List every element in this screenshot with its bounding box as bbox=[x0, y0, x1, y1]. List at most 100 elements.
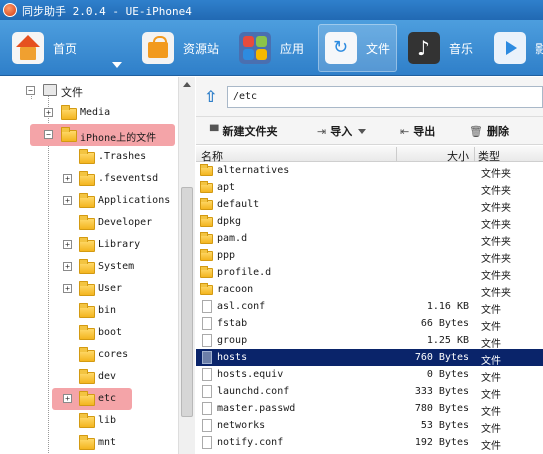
row-size: 192 Bytes bbox=[414, 437, 469, 448]
import-button[interactable]: ⇥ 导入 bbox=[317, 123, 367, 139]
tree-item[interactable]: + System bbox=[0, 256, 178, 278]
expand-icon[interactable]: + bbox=[63, 262, 72, 271]
folder-icon bbox=[79, 325, 95, 340]
folder-icon bbox=[200, 232, 213, 244]
path-input[interactable]: /etc bbox=[227, 86, 543, 108]
tree-item[interactable]: Developer bbox=[0, 212, 178, 234]
apps-icon bbox=[239, 32, 271, 64]
tree-item[interactable]: + etc bbox=[0, 388, 178, 410]
folder-tree: − 文件 + Media − iPhone上的文件 .Trashes + .fsev… bbox=[0, 77, 178, 454]
table-row[interactable]: default 文件夹 bbox=[196, 196, 543, 214]
expand-icon[interactable]: + bbox=[63, 284, 72, 293]
table-row[interactable]: hosts.equiv 0 Bytes 文件 bbox=[196, 366, 543, 384]
row-name: networks bbox=[217, 420, 266, 431]
collapse-icon[interactable]: − bbox=[44, 130, 53, 139]
tree-item[interactable]: mnt bbox=[0, 432, 178, 454]
row-name: alternatives bbox=[217, 165, 290, 176]
tree-item[interactable]: boot bbox=[0, 322, 178, 344]
row-type: 文件 bbox=[481, 356, 501, 367]
folder-icon bbox=[79, 193, 95, 208]
chevron-down-icon[interactable] bbox=[358, 128, 367, 134]
new-folder-icon: ▀ bbox=[210, 124, 219, 138]
table-row[interactable]: dpkg 文件夹 bbox=[196, 213, 543, 231]
toolbar-resources-button[interactable]: 资源站 bbox=[142, 24, 219, 72]
tree-item-label: iPhone上的文件 bbox=[80, 133, 157, 144]
table-row[interactable]: profile.d 文件夹 bbox=[196, 264, 543, 282]
tree-item-media[interactable]: + Media bbox=[0, 102, 178, 124]
toolbar-resources-label: 资源站 bbox=[183, 41, 220, 56]
table-row[interactable]: fstab 66 Bytes 文件 bbox=[196, 315, 543, 333]
row-size: 760 Bytes bbox=[414, 352, 469, 363]
chevron-down-icon[interactable] bbox=[112, 62, 122, 68]
scrollbar-thumb[interactable] bbox=[181, 187, 193, 417]
folder-icon bbox=[79, 237, 95, 252]
toolbar-music-button[interactable]: 音乐 bbox=[408, 24, 473, 72]
title-bar: 同步助手 2.0.4 - UE-iPhone4 bbox=[0, 0, 543, 20]
row-name: hosts.equiv bbox=[217, 369, 284, 380]
tree-item-label: Library bbox=[98, 239, 141, 250]
table-row[interactable]: ppp 文件夹 bbox=[196, 247, 543, 265]
expand-icon[interactable]: + bbox=[44, 108, 53, 117]
tree-item[interactable]: cores bbox=[0, 344, 178, 366]
table-row[interactable]: hosts 760 Bytes 文件 bbox=[196, 349, 543, 367]
action-bar: ▀ 新建文件夹 ⇥ 导入 ⇤ 导出 🗑 删除 bbox=[196, 117, 543, 145]
tree-item-label: Applications bbox=[98, 195, 171, 206]
tree-item-label: .Trashes bbox=[98, 151, 147, 162]
tree-item[interactable]: lib bbox=[0, 410, 178, 432]
tree-item-root[interactable]: − 文件 bbox=[0, 80, 178, 102]
table-row[interactable]: networks 53 Bytes 文件 bbox=[196, 417, 543, 435]
tree-item[interactable]: + Applications bbox=[0, 190, 178, 212]
toolbar-video-button[interactable]: 影 bbox=[494, 24, 543, 72]
table-row[interactable]: pam.d 文件夹 bbox=[196, 230, 543, 248]
table-row[interactable]: launchd.conf 333 Bytes 文件 bbox=[196, 383, 543, 401]
row-type: 文件夹 bbox=[481, 254, 511, 265]
row-type: 文件 bbox=[481, 424, 501, 435]
file-table-header: 名称 大小 类型 bbox=[196, 146, 543, 163]
tree-item-label: lib bbox=[98, 415, 117, 426]
tree-item[interactable]: + User bbox=[0, 278, 178, 300]
row-type: 文件 bbox=[481, 390, 501, 401]
toolbar-music-label: 音乐 bbox=[449, 41, 474, 56]
table-row[interactable]: notify.conf 192 Bytes 文件 bbox=[196, 434, 543, 452]
scroll-up-icon[interactable] bbox=[183, 82, 191, 87]
table-row[interactable]: asl.conf 1.16 KB 文件 bbox=[196, 298, 543, 316]
expand-icon[interactable]: + bbox=[63, 174, 72, 183]
up-arrow-icon[interactable]: ⇧ bbox=[204, 87, 217, 106]
row-type: 文件夹 bbox=[481, 169, 511, 180]
import-label: 导入 bbox=[330, 125, 353, 138]
tree-item[interactable]: dev bbox=[0, 366, 178, 388]
table-row[interactable]: racoon 文件夹 bbox=[196, 281, 543, 299]
row-name: profile.d bbox=[217, 267, 272, 278]
tree-item[interactable]: .Trashes bbox=[0, 146, 178, 168]
import-icon: ⇥ bbox=[317, 124, 327, 138]
expand-icon[interactable]: + bbox=[63, 240, 72, 249]
folder-icon bbox=[61, 127, 77, 142]
table-row[interactable]: master.passwd 780 Bytes 文件 bbox=[196, 400, 543, 418]
row-size: 333 Bytes bbox=[414, 386, 469, 397]
toolbar-home-button[interactable]: 首页 bbox=[12, 24, 77, 72]
tree-item[interactable]: + Library bbox=[0, 234, 178, 256]
collapse-icon[interactable]: − bbox=[26, 86, 35, 95]
tree-item[interactable]: bin bbox=[0, 300, 178, 322]
new-folder-button[interactable]: ▀ 新建文件夹 bbox=[210, 123, 277, 139]
table-row[interactable]: apt 文件夹 bbox=[196, 179, 543, 197]
delete-button[interactable]: 🗑 删除 bbox=[469, 123, 509, 139]
table-row[interactable]: alternatives 文件夹 bbox=[196, 162, 543, 180]
row-name: hosts bbox=[217, 352, 248, 363]
tree-item[interactable]: + .fseventsd bbox=[0, 168, 178, 190]
row-name: master.passwd bbox=[217, 403, 296, 414]
path-bar: ⇧ /etc bbox=[196, 77, 543, 117]
expand-icon[interactable]: + bbox=[63, 196, 72, 205]
toolbar-files-button[interactable]: 文件 bbox=[318, 24, 398, 72]
table-row[interactable]: group 1.25 KB 文件 bbox=[196, 332, 543, 350]
tree-scrollbar[interactable] bbox=[178, 77, 195, 454]
toolbar-apps-button[interactable]: 应用 bbox=[239, 24, 304, 72]
export-button[interactable]: ⇤ 导出 bbox=[400, 123, 435, 139]
folder-icon bbox=[79, 215, 95, 230]
row-size: 1.16 KB bbox=[426, 301, 469, 312]
tree-item-iphone-files[interactable]: − iPhone上的文件 bbox=[0, 124, 178, 146]
file-icon bbox=[202, 317, 212, 330]
folder-icon bbox=[79, 259, 95, 274]
expand-icon[interactable]: + bbox=[63, 394, 72, 403]
trash-icon: 🗑 bbox=[469, 124, 483, 138]
